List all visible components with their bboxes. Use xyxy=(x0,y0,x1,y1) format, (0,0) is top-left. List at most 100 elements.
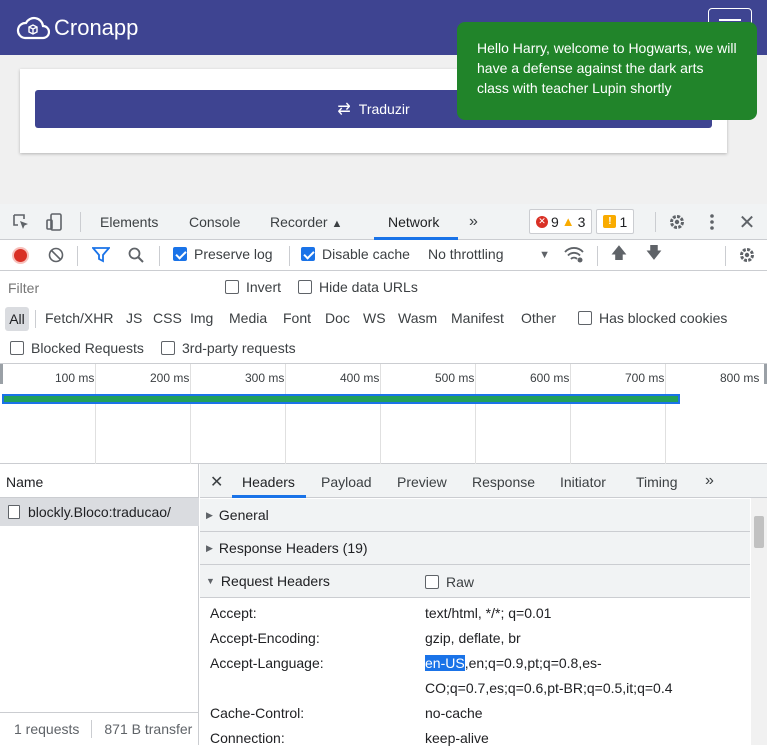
tab-headers[interactable]: Headers xyxy=(242,474,295,490)
request-headers-section-header[interactable]: ▼ Request Headers xyxy=(200,565,750,598)
type-filter-js[interactable]: JS xyxy=(126,310,142,326)
search-icon[interactable] xyxy=(125,244,147,266)
issue-icon: ! xyxy=(603,215,617,228)
filter-input[interactable] xyxy=(4,276,209,300)
checkbox-unchecked xyxy=(298,280,312,294)
disable-cache-label: Disable cache xyxy=(322,246,410,262)
type-filter-wasm[interactable]: Wasm xyxy=(398,310,437,326)
timeline-tick: 600 ms xyxy=(530,371,570,385)
checkbox-unchecked xyxy=(225,280,239,294)
header-value: keep-alive xyxy=(425,730,489,746)
kebab-menu-icon[interactable] xyxy=(701,211,723,233)
invert-label: Invert xyxy=(246,279,282,295)
type-filter-css[interactable]: CSS xyxy=(153,310,182,326)
response-headers-section-header[interactable]: ▶ Response Headers (19) xyxy=(200,532,750,565)
type-filter-other[interactable]: Other xyxy=(521,310,556,326)
tab-elements[interactable]: Elements xyxy=(100,204,158,240)
error-count: 9 xyxy=(551,213,559,230)
type-filter-fetch-xhr[interactable]: Fetch/XHR xyxy=(45,310,113,326)
preserve-log-label: Preserve log xyxy=(194,246,273,262)
tab-preview[interactable]: Preview xyxy=(397,474,447,490)
gridline xyxy=(190,364,191,464)
divider xyxy=(725,246,726,266)
clear-icon[interactable] xyxy=(45,244,67,266)
welcome-toast[interactable]: Hello Harry, welcome to Hogwarts, we wil… xyxy=(457,22,757,120)
request-row[interactable]: blockly.Bloco:traducao/ xyxy=(0,498,199,526)
gridline xyxy=(95,364,96,464)
header-key: Accept-Encoding: xyxy=(210,630,320,646)
invert-checkbox[interactable]: Invert xyxy=(225,279,281,295)
general-section-header[interactable]: ▶ General xyxy=(200,499,750,532)
type-filter-media[interactable]: Media xyxy=(229,310,267,326)
menu-icon-bar xyxy=(719,19,741,21)
gridline xyxy=(570,364,571,464)
gear-icon[interactable] xyxy=(666,211,688,233)
tab-timing[interactable]: Timing xyxy=(636,474,678,490)
type-filter-ws[interactable]: WS xyxy=(363,310,386,326)
type-filter-all[interactable]: All xyxy=(5,307,29,331)
overview-left-handle[interactable] xyxy=(0,364,3,384)
collapse-triangle-icon: ▼ xyxy=(206,576,215,586)
raw-label: Raw xyxy=(446,574,475,590)
inspect-element-icon[interactable] xyxy=(10,211,32,233)
timeline-tick: 300 ms xyxy=(245,371,285,385)
more-detail-tabs-button[interactable]: » xyxy=(705,472,714,490)
network-conditions-icon[interactable] xyxy=(563,244,585,266)
checkbox-checked xyxy=(173,247,187,261)
tab-payload[interactable]: Payload xyxy=(321,474,372,490)
raw-checkbox[interactable]: Raw xyxy=(425,574,474,590)
divider xyxy=(597,246,598,266)
disable-cache-checkbox[interactable]: Disable cache xyxy=(301,246,410,262)
header-key: Accept-Language: xyxy=(210,655,324,671)
network-status-bar: 1 requests 871 B transfer xyxy=(0,712,199,745)
third-party-requests-checkbox[interactable]: 3rd-party requests xyxy=(161,340,296,356)
hide-data-urls-label: Hide data URLs xyxy=(319,279,418,295)
blocked-requests-label: Blocked Requests xyxy=(31,340,144,356)
type-filter-manifest[interactable]: Manifest xyxy=(451,310,504,326)
name-column-header[interactable]: Name xyxy=(0,464,199,498)
errors-warnings-badge[interactable]: ✕ 9 ▲ 3 xyxy=(529,209,593,234)
response-headers-label: Response Headers (19) xyxy=(218,540,368,556)
blocked-requests-checkbox[interactable]: Blocked Requests xyxy=(10,340,144,356)
has-blocked-cookies-label: Has blocked cookies xyxy=(599,310,728,326)
header-value-continued: CO;q=0.7,es;q=0.6,pt-BR;q=0.5,it;q=0.4 xyxy=(425,680,673,696)
more-tabs-button[interactable]: » xyxy=(469,204,478,240)
checkbox-unchecked xyxy=(161,341,175,355)
issues-badge[interactable]: ! 1 xyxy=(596,209,635,234)
cloud-logo-icon xyxy=(16,16,50,40)
throttling-select[interactable]: No throttling ▼ xyxy=(428,246,550,264)
import-har-icon[interactable]: 🡅 xyxy=(608,244,630,266)
device-toolbar-icon[interactable] xyxy=(44,211,66,233)
warning-icon: ▲ xyxy=(561,214,575,229)
record-icon[interactable] xyxy=(12,247,29,264)
type-filter-doc[interactable]: Doc xyxy=(325,310,350,326)
preserve-log-checkbox[interactable]: Preserve log xyxy=(173,246,273,262)
throttling-value: No throttling xyxy=(428,246,504,262)
expand-triangle-icon: ▶ xyxy=(206,542,213,553)
checkbox-unchecked xyxy=(578,311,592,325)
tab-recorder[interactable]: Recorder ▲ xyxy=(270,204,342,240)
close-detail-icon[interactable]: ✕ xyxy=(210,472,223,492)
tab-network[interactable]: Network xyxy=(388,204,439,240)
tab-response[interactable]: Response xyxy=(472,474,535,490)
divider xyxy=(77,246,78,266)
export-har-icon[interactable]: 🡇 xyxy=(643,244,665,266)
tab-console[interactable]: Console xyxy=(189,204,240,240)
filter-funnel-icon[interactable] xyxy=(90,244,112,266)
network-settings-gear-icon[interactable] xyxy=(736,244,758,266)
request-headers-label: Request Headers xyxy=(220,573,330,589)
hide-data-urls-checkbox[interactable]: Hide data URLs xyxy=(298,279,418,295)
header-key: Accept: xyxy=(210,605,257,621)
scrollbar-thumb[interactable] xyxy=(754,516,764,548)
has-blocked-cookies-checkbox[interactable]: Has blocked cookies xyxy=(578,310,727,326)
header-key: Connection: xyxy=(210,730,285,746)
expand-triangle-icon: ▶ xyxy=(206,509,213,520)
tab-initiator[interactable]: Initiator xyxy=(560,474,606,490)
checkbox-unchecked xyxy=(425,575,439,589)
close-devtools-icon[interactable]: ✕ xyxy=(736,211,758,234)
type-filter-img[interactable]: Img xyxy=(190,310,213,326)
type-filter-font[interactable]: Font xyxy=(283,310,311,326)
divider xyxy=(35,310,36,328)
cronapp-logo[interactable]: Cronapp xyxy=(16,12,138,44)
header-value: en-US,en;q=0.9,pt;q=0.8,es- xyxy=(425,655,602,671)
